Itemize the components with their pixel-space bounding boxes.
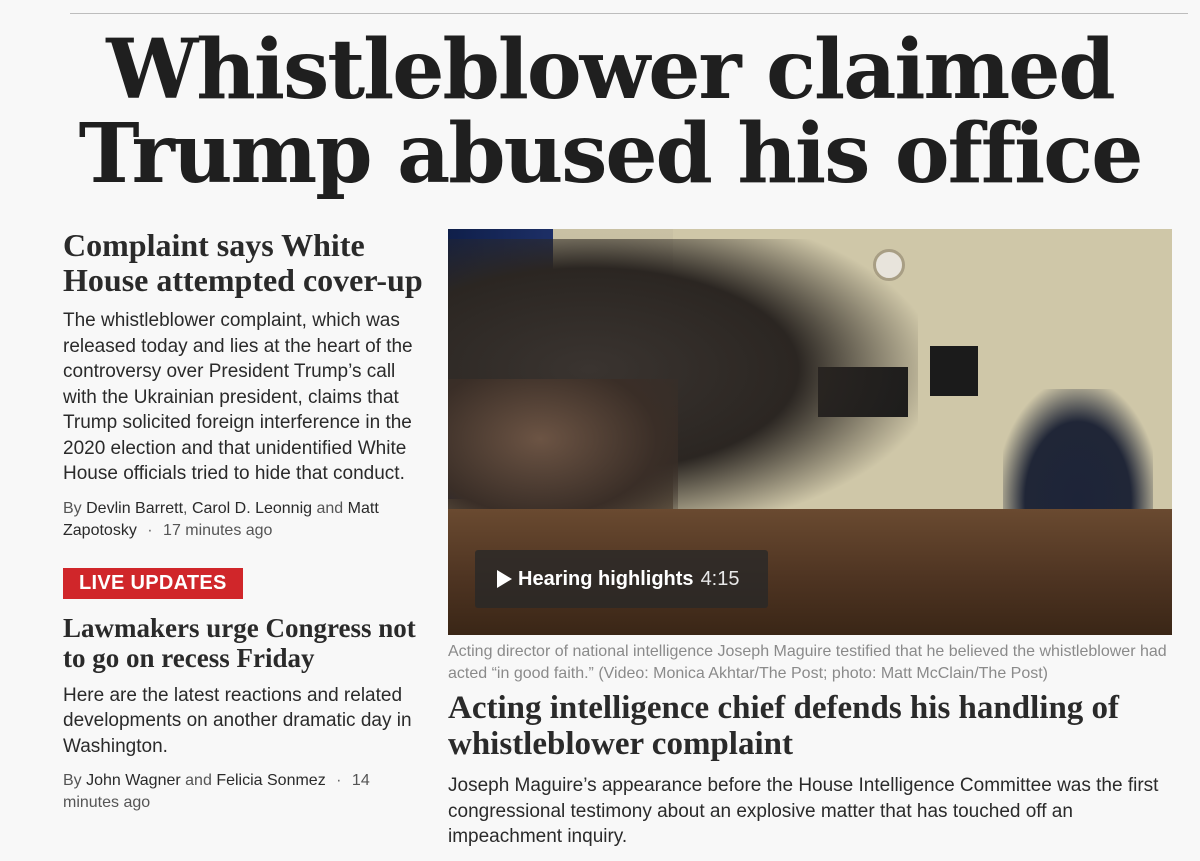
- author-link[interactable]: Devlin Barrett: [86, 500, 183, 517]
- author-link[interactable]: Felicia Sonmez: [216, 772, 325, 789]
- byline-separator: ,: [183, 499, 188, 517]
- story-headline-lawmakers[interactable]: Lawmakers urge Congress not to go on rec…: [63, 613, 423, 673]
- dot-separator-icon: ·: [147, 521, 153, 539]
- story-blurb-intelligence-chief: Joseph Maguire’s appearance before the H…: [448, 775, 1159, 847]
- byline-prefix: By: [63, 499, 82, 517]
- author-link[interactable]: Carol D. Leonnig: [192, 500, 312, 517]
- top-divider: [70, 13, 1188, 14]
- left-column: Complaint says White House attempted cov…: [63, 228, 423, 814]
- byline-conjunction: and: [316, 499, 344, 517]
- dot-separator-icon: ·: [336, 772, 342, 789]
- play-video-button[interactable]: Hearing highlights 4:15: [475, 550, 768, 608]
- live-updates-badge[interactable]: LIVE UPDATES: [63, 567, 243, 599]
- wall-monitor: [930, 346, 978, 396]
- video-duration: 4:15: [700, 567, 740, 590]
- video-label: Hearing highlights: [518, 567, 694, 590]
- story-blurb-complaint: The whistleblower complaint, which was r…: [63, 310, 413, 484]
- story-blurb-lawmakers: Here are the latest reactions and relate…: [63, 684, 412, 757]
- photo-caption: Acting director of national intelligence…: [448, 643, 1167, 682]
- byline-lawmakers: By John Wagner and Felicia Sonmez · 14 m…: [63, 770, 423, 814]
- main-headline[interactable]: Whistleblower claimed Trump abused his o…: [0, 28, 1200, 196]
- story-headline-complaint[interactable]: Complaint says White House attempted cov…: [63, 228, 423, 298]
- story-headline-intelligence-chief[interactable]: Acting intelligence chief defends his ha…: [448, 690, 1188, 762]
- byline-prefix: By: [63, 772, 82, 789]
- timestamp: 17 minutes ago: [163, 521, 273, 539]
- play-icon: [497, 570, 512, 588]
- byline-conjunction: and: [185, 772, 212, 789]
- hearing-photo-video[interactable]: Hearing highlights 4:15: [448, 229, 1172, 635]
- author-link[interactable]: John Wagner: [86, 772, 181, 789]
- byline-complaint: By Devlin Barrett, Carol D. Leonnig and …: [63, 498, 423, 542]
- photographers-crowd: [448, 379, 678, 529]
